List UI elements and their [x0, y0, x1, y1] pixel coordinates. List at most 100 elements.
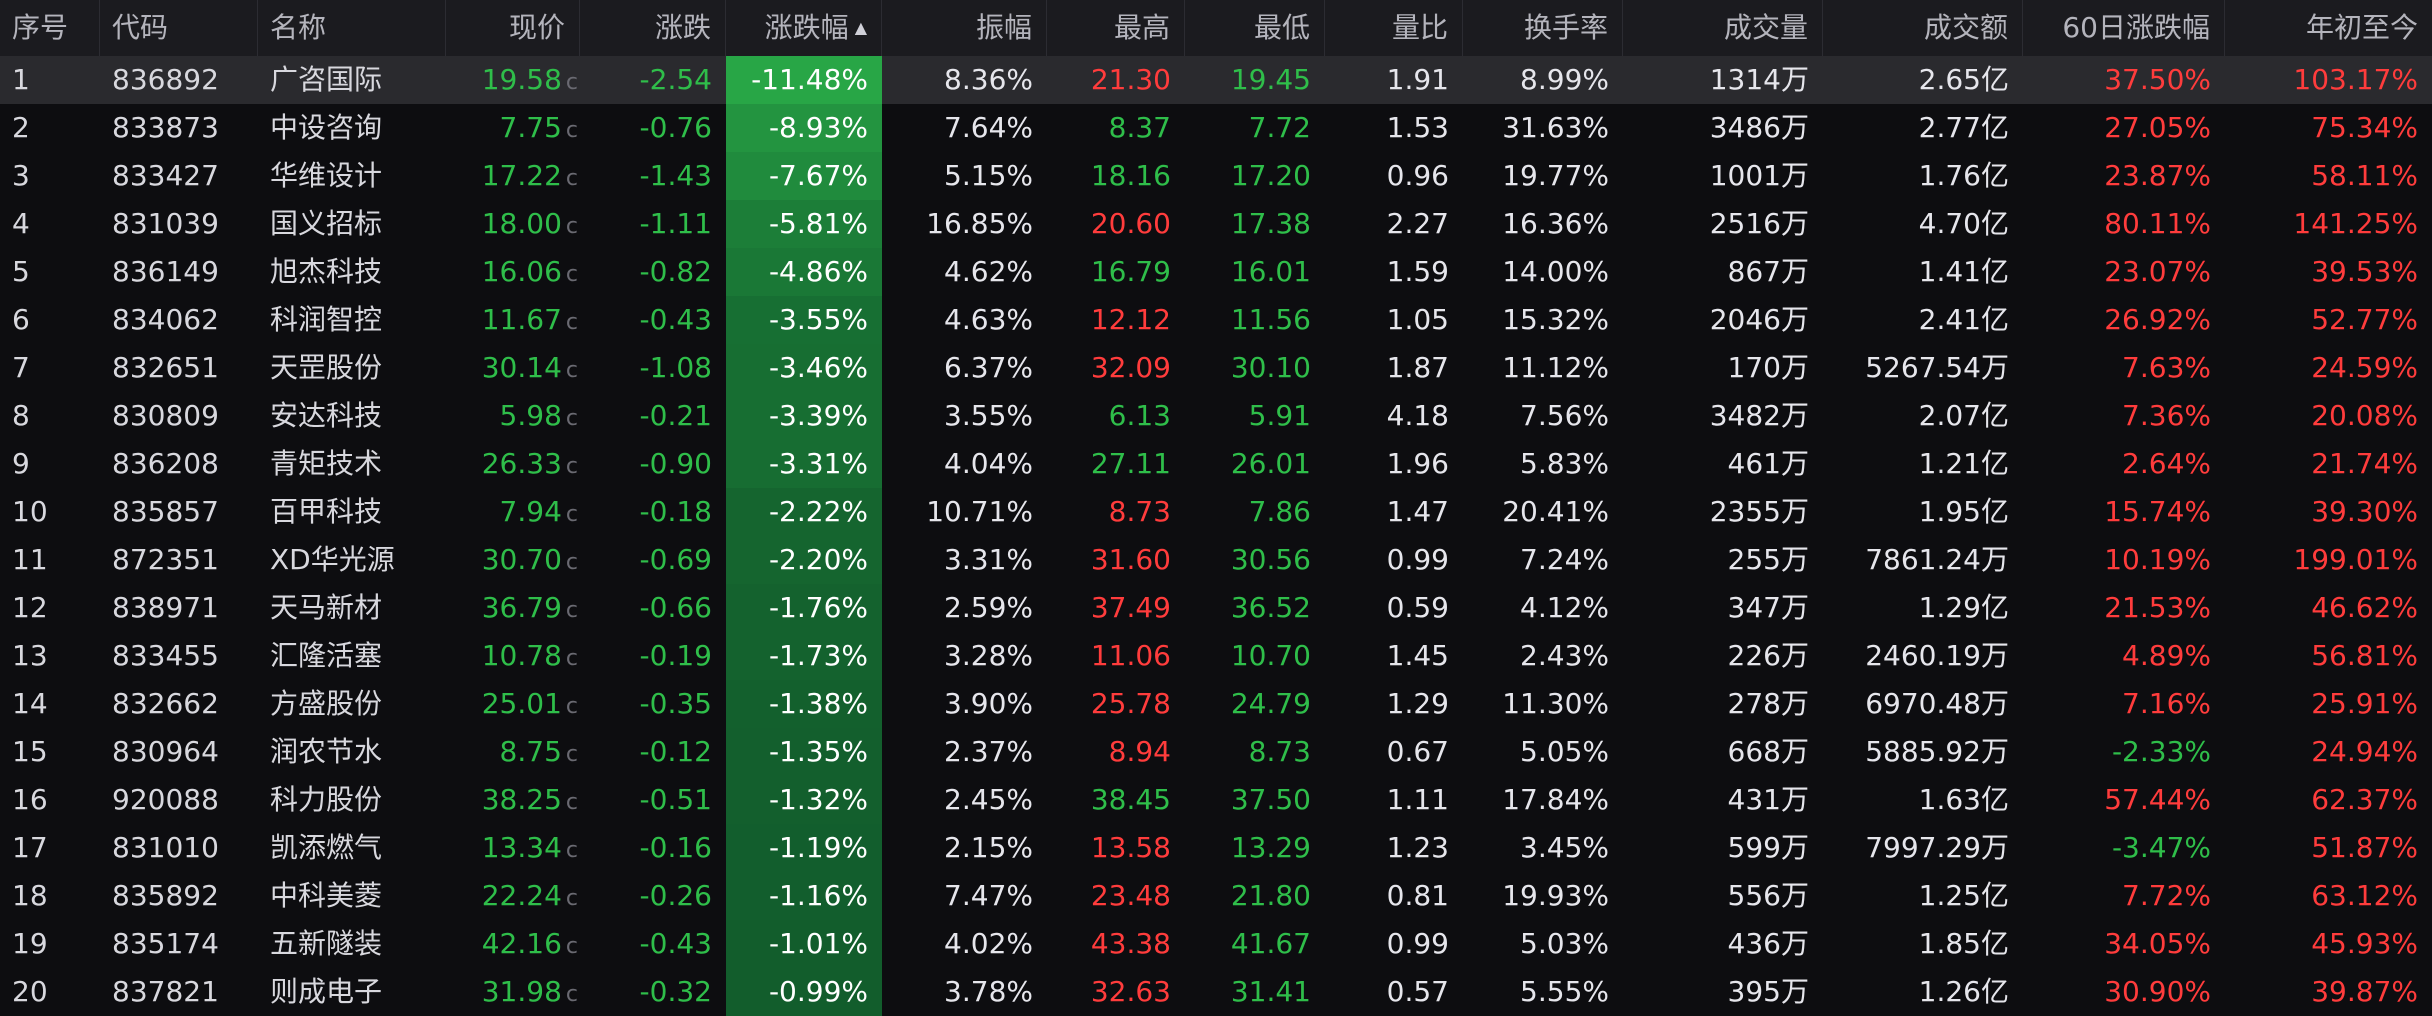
cell-amount-text: 2460.19万	[1865, 639, 2009, 672]
cell-60d-change-text: 4.89%	[2122, 639, 2211, 672]
table-row[interactable]: 12 838971 天马新材 36.79 c -0.66 -1.76% 2.59% 37.49 3…	[0, 584, 2432, 632]
cell-price-text: 22.24	[481, 879, 562, 912]
header-low[interactable]: 最低	[1185, 0, 1325, 56]
cell-index-text: 16	[12, 783, 48, 816]
header-ytd-change[interactable]: 年初至今	[2225, 0, 2432, 56]
header-high[interactable]: 最高	[1047, 0, 1185, 56]
header-index[interactable]: 序号	[0, 0, 100, 56]
cell-change-percent-text: -4.86%	[768, 255, 868, 288]
header-amount[interactable]: 成交额	[1823, 0, 2023, 56]
table-row[interactable]: 4 831039 国义招标 18.00 c -1.11 -5.81% 16.85% 20.60 1…	[0, 200, 2432, 248]
table-row[interactable]: 8 830809 安达科技 5.98 c -0.21 -3.39% 3.55% 6.13 5.91…	[0, 392, 2432, 440]
cell-name: 国义招标	[258, 200, 446, 248]
cell-turnover-rate: 11.12%	[1463, 344, 1623, 392]
cell-code: 831010	[100, 824, 258, 872]
table-row[interactable]: 18 835892 中科美菱 22.24 c -0.26 -1.16% 7.47% 23.48 2…	[0, 872, 2432, 920]
cell-ytd-change: 199.01%	[2225, 536, 2432, 584]
cell-volume-text: 599万	[1727, 831, 1809, 864]
cell-amount: 6970.48万	[1823, 680, 2023, 728]
table-row[interactable]: 14 832662 方盛股份 25.01 c -0.35 -1.38% 3.90% 25.78 2…	[0, 680, 2432, 728]
table-row[interactable]: 3 833427 华维设计 17.22 c -1.43 -7.67% 5.15% 18.16 17…	[0, 152, 2432, 200]
cell-low: 31.41	[1185, 968, 1325, 1016]
cell-ytd-change-text: 51.87%	[2311, 831, 2418, 864]
table-row[interactable]: 16 920088 科力股份 38.25 c -0.51 -1.32% 2.45% 38.45 3…	[0, 776, 2432, 824]
cell-volume: 599万	[1623, 824, 1823, 872]
cell-change-percent-text: -2.22%	[768, 495, 868, 528]
cell-volume-text: 436万	[1727, 927, 1809, 960]
header-turnover-rate[interactable]: 换手率	[1463, 0, 1623, 56]
cell-turnover-rate-text: 14.00%	[1502, 255, 1609, 288]
cell-volume-ratio-text: 0.99	[1386, 927, 1449, 960]
cell-low-text: 26.01	[1230, 447, 1311, 480]
cell-volume: 867万	[1623, 248, 1823, 296]
cell-change-percent: -4.86%	[726, 248, 882, 296]
cell-amplitude-text: 10.71%	[926, 495, 1033, 528]
cell-ytd-change: 20.08%	[2225, 392, 2432, 440]
cell-high: 18.16	[1047, 152, 1185, 200]
cell-volume-text: 170万	[1727, 351, 1809, 384]
table-row[interactable]: 2 833873 中设咨询 7.75 c -0.76 -8.93% 7.64% 8.37 7.72…	[0, 104, 2432, 152]
cell-low: 17.38	[1185, 200, 1325, 248]
cell-low: 37.50	[1185, 776, 1325, 824]
cell-volume-ratio-text: 1.47	[1386, 495, 1449, 528]
cell-volume: 395万	[1623, 968, 1823, 1016]
cell-low-text: 30.56	[1230, 543, 1311, 576]
cell-low: 24.79	[1185, 680, 1325, 728]
table-row[interactable]: 17 831010 凯添燃气 13.34 c -0.16 -1.19% 2.15% 13.58 1…	[0, 824, 2432, 872]
table-row[interactable]: 1 836892 广咨国际 19.58 c -2.54 -11.48% 8.36% 21.30 1…	[0, 56, 2432, 104]
table-row[interactable]: 5 836149 旭杰科技 16.06 c -0.82 -4.86% 4.62% 16.79 16…	[0, 248, 2432, 296]
cell-change-text: -0.16	[639, 831, 712, 864]
cell-60d-change: 2.64%	[2023, 440, 2225, 488]
header-volume[interactable]: 成交量	[1623, 0, 1823, 56]
cell-low-text: 17.38	[1230, 207, 1311, 240]
cell-code-text: 838971	[112, 591, 219, 624]
cell-code-text: 830964	[112, 735, 219, 768]
cell-volume-ratio-text: 0.57	[1386, 975, 1449, 1008]
cell-volume-text: 255万	[1727, 543, 1809, 576]
cell-volume-ratio-text: 1.23	[1386, 831, 1449, 864]
table-row[interactable]: 10 835857 百甲科技 7.94 c -0.18 -2.22% 10.71% 8.73 7.…	[0, 488, 2432, 536]
header-60d-change[interactable]: 60日涨跌幅	[2023, 0, 2225, 56]
header-price[interactable]: 现价	[446, 0, 580, 56]
price-marker: c	[565, 406, 578, 431]
table-row[interactable]: 7 832651 天罡股份 30.14 c -1.08 -3.46% 6.37% 32.09 30…	[0, 344, 2432, 392]
table-row[interactable]: 20 837821 则成电子 31.98 c -0.32 -0.99% 3.78% 32.63 3…	[0, 968, 2432, 1016]
cell-index: 7	[0, 344, 100, 392]
cell-change-text: -0.21	[639, 399, 712, 432]
header-volume-ratio[interactable]: 量比	[1325, 0, 1463, 56]
table-row[interactable]: 6 834062 科润智控 11.67 c -0.43 -3.55% 4.63% 12.12 11…	[0, 296, 2432, 344]
cell-60d-change-text: 23.87%	[2104, 159, 2211, 192]
header-change-percent[interactable]: 涨跌幅 ▲	[726, 0, 882, 56]
cell-code: 835892	[100, 872, 258, 920]
table-row[interactable]: 13 833455 汇隆活塞 10.78 c -0.19 -1.73% 3.28% 11.06 1…	[0, 632, 2432, 680]
header-amplitude[interactable]: 振幅	[882, 0, 1047, 56]
cell-turnover-rate-text: 31.63%	[1502, 111, 1609, 144]
table-row[interactable]: 19 835174 五新隧装 42.16 c -0.43 -1.01% 4.02% 43.38 4…	[0, 920, 2432, 968]
header-change[interactable]: 涨跌	[580, 0, 726, 56]
cell-name-text: 润农节水	[270, 735, 383, 768]
price-marker: c	[565, 742, 578, 767]
cell-high: 37.49	[1047, 584, 1185, 632]
cell-amplitude-text: 4.62%	[944, 255, 1033, 288]
cell-amplitude: 4.02%	[882, 920, 1047, 968]
cell-change-text: -0.35	[639, 687, 712, 720]
price-marker: c	[565, 118, 578, 143]
cell-index: 12	[0, 584, 100, 632]
cell-price: 36.79 c	[446, 584, 580, 632]
cell-amount-text: 1.29亿	[1918, 591, 2009, 624]
cell-code: 830809	[100, 392, 258, 440]
table-row[interactable]: 9 836208 青矩技术 26.33 c -0.90 -3.31% 4.04% 27.11 26…	[0, 440, 2432, 488]
cell-name: 润农节水	[258, 728, 446, 776]
header-code[interactable]: 代码	[100, 0, 258, 56]
cell-change-percent-text: -3.39%	[768, 399, 868, 432]
price-marker: c	[565, 502, 578, 527]
cell-code: 837821	[100, 968, 258, 1016]
cell-ytd-change-text: 141.25%	[2293, 207, 2418, 240]
cell-low-text: 7.72	[1248, 111, 1311, 144]
cell-change: -0.32	[580, 968, 726, 1016]
table-row[interactable]: 15 830964 润农节水 8.75 c -0.12 -1.35% 2.37% 8.94 8.7…	[0, 728, 2432, 776]
header-name[interactable]: 名称	[258, 0, 446, 56]
cell-volume-ratio: 1.11	[1325, 776, 1463, 824]
table-row[interactable]: 11 872351 XD华光源 30.70 c -0.69 -2.20% 3.31% 31.60…	[0, 536, 2432, 584]
cell-code-text: 833873	[112, 111, 219, 144]
